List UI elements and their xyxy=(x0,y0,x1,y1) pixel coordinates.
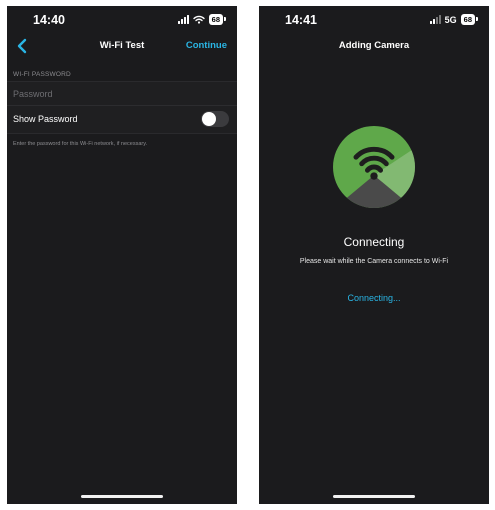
adding-camera-screen: 14:41 5G 68 Adding Camera Connecting Ple… xyxy=(259,6,489,504)
home-indicator[interactable] xyxy=(333,495,415,498)
home-indicator[interactable] xyxy=(81,495,163,498)
battery-icon: 68 xyxy=(208,14,226,25)
show-password-row: Show Password xyxy=(7,106,237,133)
wifi-test-screen: 14:40 68 Wi-Fi Test Continue WI-FI PASSW… xyxy=(7,6,237,504)
toggle-knob xyxy=(202,112,216,126)
status-bar: 14:40 68 xyxy=(7,6,237,32)
wifi-icon xyxy=(192,15,205,24)
page-title: Adding Camera xyxy=(338,40,410,51)
password-form-group: Show Password xyxy=(7,81,237,134)
network-type-label: 5G xyxy=(444,14,457,25)
nav-bar: Wi-Fi Test Continue xyxy=(7,32,237,60)
section-header-wifi-password: WI-FI PASSWORD xyxy=(13,71,71,78)
wifi-camera-icon xyxy=(333,126,415,208)
helper-text: Enter the password for this Wi-Fi networ… xyxy=(13,141,148,147)
status-time: 14:40 xyxy=(33,13,65,27)
show-password-label: Show Password xyxy=(13,114,78,124)
battery-icon: 68 xyxy=(460,14,478,25)
status-bar: 14:41 5G 68 xyxy=(259,6,489,32)
show-password-toggle[interactable] xyxy=(201,111,229,127)
status-indicators: 68 xyxy=(177,14,226,25)
signal-icon xyxy=(177,15,189,24)
signal-icon xyxy=(429,15,441,24)
password-input[interactable] xyxy=(7,82,237,106)
status-time: 14:41 xyxy=(285,13,317,27)
connecting-status-link[interactable]: Connecting... xyxy=(259,293,489,303)
status-indicators: 5G 68 xyxy=(429,14,478,25)
connecting-message: Please wait while the Camera connects to… xyxy=(299,258,449,265)
continue-button[interactable]: Continue xyxy=(186,40,227,51)
connecting-title: Connecting xyxy=(343,235,405,249)
nav-bar: Adding Camera xyxy=(259,32,489,60)
